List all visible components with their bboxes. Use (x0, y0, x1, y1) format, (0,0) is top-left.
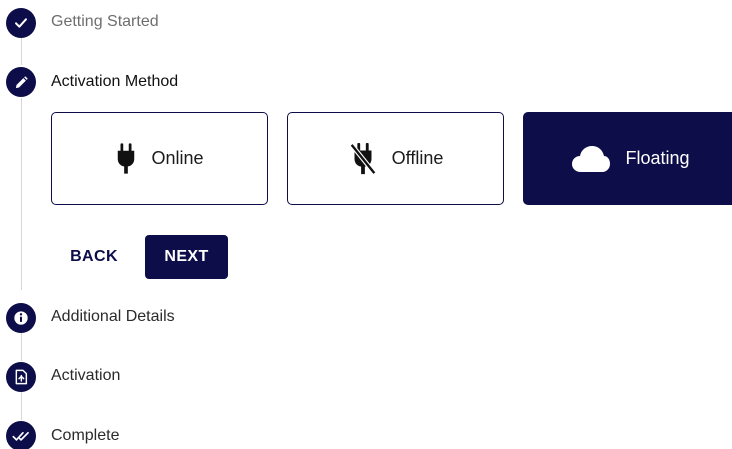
step-connector (21, 98, 22, 290)
step-activation-label[interactable]: Activation (51, 366, 120, 386)
step-additional-details-label[interactable]: Additional Details (51, 307, 175, 327)
step-activation-status (6, 362, 36, 392)
info-icon (14, 311, 28, 325)
offline-option-card[interactable]: Offline (287, 112, 504, 205)
cloud-icon (572, 145, 611, 172)
plug-off-icon (349, 142, 376, 175)
step-connector (21, 38, 22, 65)
step-connector (21, 392, 22, 420)
step-activation-method-label[interactable]: Activation Method (51, 72, 178, 92)
online-option-card[interactable]: Online (51, 112, 268, 205)
floating-option-label: Floating (625, 148, 690, 168)
activation-stepper: Getting Started Activation Method Online… (0, 0, 732, 449)
step-getting-started-label[interactable]: Getting Started (51, 12, 159, 32)
double-check-icon (12, 431, 29, 441)
check-icon (15, 18, 27, 28)
step-getting-started-status (6, 8, 36, 38)
offline-option-label: Offline (391, 148, 444, 168)
step-activation-method-status (6, 67, 36, 97)
next-button[interactable]: NEXT (145, 235, 228, 279)
step-additional-details-status (6, 303, 36, 333)
pencil-icon (15, 75, 28, 88)
document-icon (15, 369, 28, 385)
online-option-label: Online (151, 148, 204, 168)
step-complete-label[interactable]: Complete (51, 426, 119, 446)
floating-option-card[interactable]: Floating (523, 112, 732, 205)
step-complete-status (6, 421, 36, 449)
plug-icon (118, 142, 135, 174)
step-connector (21, 333, 22, 361)
back-button[interactable]: BACK (58, 235, 130, 279)
